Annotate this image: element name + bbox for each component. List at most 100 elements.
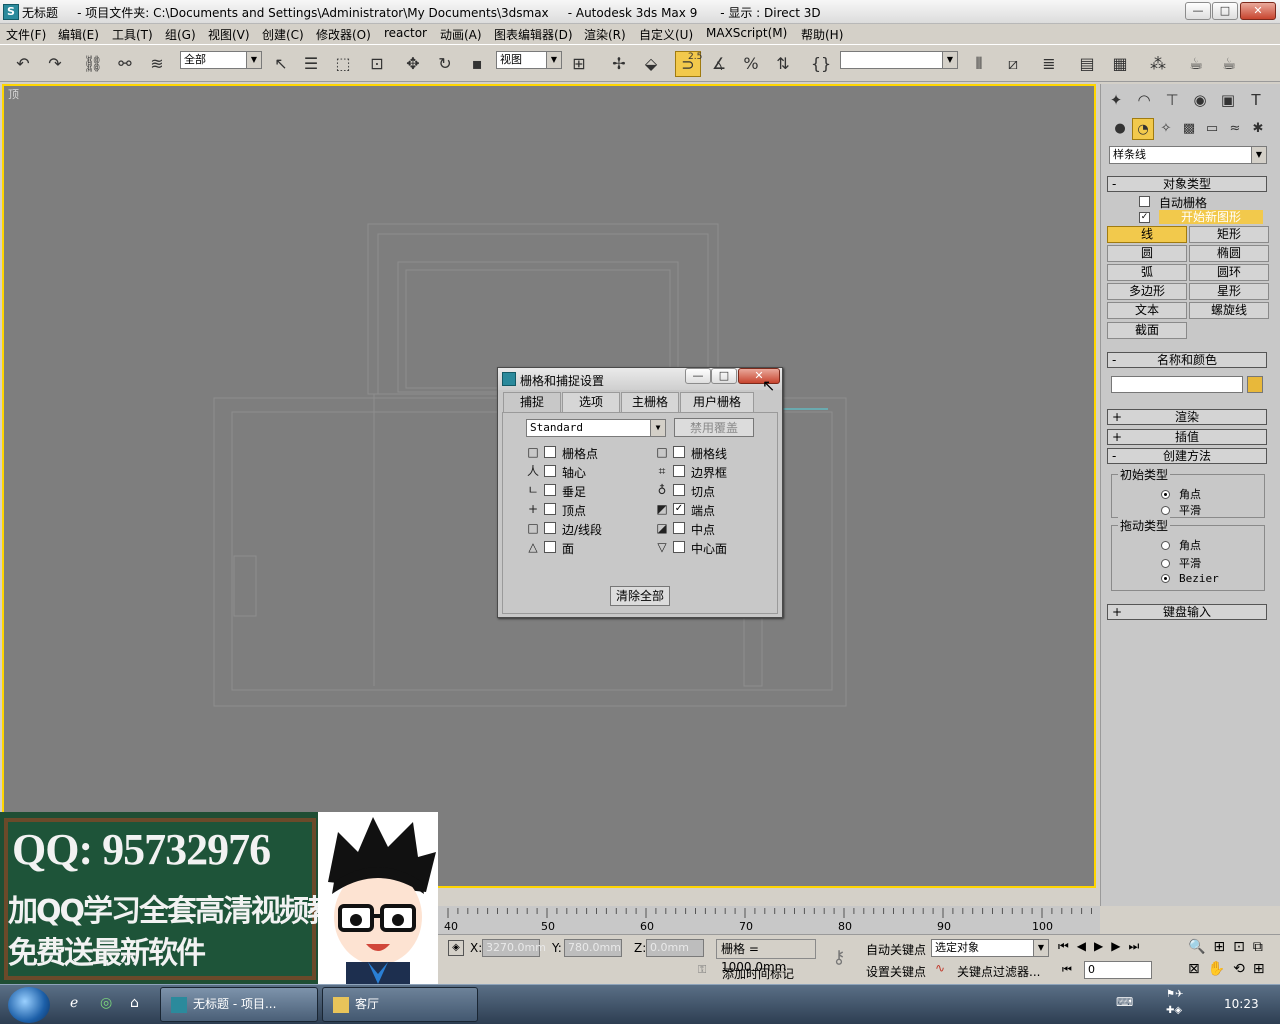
drag-smooth-radio[interactable]: 平滑	[1161, 555, 1201, 571]
layer-manager-icon[interactable]: ≣	[1036, 51, 1062, 77]
rendering-rollout[interactable]: + 渲染	[1107, 409, 1267, 425]
render-scene-icon[interactable]: ☕	[1183, 51, 1209, 77]
space-warps-icon[interactable]: ≈	[1224, 118, 1246, 140]
set-key-button[interactable]: 设置关键点	[866, 963, 926, 980]
snap-toggle-icon[interactable]: 2.5 ⊃	[675, 51, 702, 77]
scale-icon[interactable]: ▪	[464, 51, 490, 77]
x-coordinate-field[interactable]: 3270.0mm	[482, 939, 546, 957]
vertex-checkbox[interactable]	[544, 503, 556, 515]
bind-space-warp-icon[interactable]: ≋	[144, 51, 170, 77]
tangent-checkbox[interactable]	[673, 484, 685, 496]
undo-icon[interactable]: ↶	[10, 51, 36, 77]
quick-render-icon[interactable]: ☕	[1216, 51, 1242, 77]
start-button[interactable]	[8, 987, 50, 1023]
menu-reactor[interactable]: reactor	[384, 26, 427, 40]
menu-group[interactable]: 组(G)	[165, 26, 196, 43]
key-mode-dropdown[interactable]: 选定对象 ▼	[931, 939, 1049, 957]
rect-selection-icon[interactable]: ⬚	[330, 51, 356, 77]
auto-key-button[interactable]: 自动关键点	[866, 941, 926, 958]
helix-button[interactable]: 螺旋线	[1189, 302, 1269, 319]
key-icon[interactable]: ⚷	[824, 947, 854, 973]
ellipse-button[interactable]: 椭圆	[1189, 245, 1269, 262]
line-button[interactable]: 线	[1107, 226, 1187, 243]
maximize-button[interactable]: □	[1212, 2, 1238, 20]
tab-user-grids[interactable]: 用户栅格	[680, 392, 754, 412]
section-button[interactable]: 截面	[1107, 322, 1187, 339]
circle-button[interactable]: 圆	[1107, 245, 1187, 262]
menu-graph-editors[interactable]: 图表编辑器(D)	[494, 26, 573, 43]
snap-type-dropdown[interactable]: Standard ▼	[526, 419, 666, 437]
start-new-shape-checkbox[interactable]: ✓	[1139, 212, 1150, 223]
ie-icon[interactable]: ℯ	[70, 995, 78, 1011]
select-by-name-icon[interactable]: ☰	[298, 51, 324, 77]
tray-icons[interactable]: ⚑✈	[1166, 989, 1183, 1000]
utilities-tab-icon[interactable]: T	[1243, 88, 1269, 112]
object-name-input[interactable]	[1111, 376, 1243, 393]
select-object-icon[interactable]: ↖	[268, 51, 294, 77]
grid-points-checkbox[interactable]	[544, 446, 556, 458]
start-new-shape-button[interactable]: 开始新图形	[1159, 210, 1263, 224]
dialog-maximize-button[interactable]: □	[711, 368, 737, 384]
initial-smooth-radio[interactable]: 平滑	[1161, 502, 1201, 518]
star-button[interactable]: 星形	[1189, 283, 1269, 300]
menu-customize[interactable]: 自定义(U)	[639, 26, 693, 43]
browser-icon[interactable]: ◎	[100, 995, 112, 1011]
pivot-checkbox[interactable]	[544, 465, 556, 477]
tab-snaps[interactable]: 捕捉	[503, 392, 561, 412]
named-selection-dropdown[interactable]: ▼	[840, 51, 958, 69]
menu-views[interactable]: 视图(V)	[208, 26, 250, 43]
text-button[interactable]: 文本	[1107, 302, 1187, 319]
creation-method-rollout[interactable]: - 创建方法	[1107, 448, 1267, 464]
shapes-icon[interactable]: ◔	[1132, 118, 1154, 140]
close-button[interactable]: ✕	[1240, 2, 1276, 20]
rotate-icon[interactable]: ↻	[432, 51, 458, 77]
category-dropdown[interactable]: 样条线 ▼	[1109, 146, 1267, 164]
name-color-rollout[interactable]: - 名称和颜色	[1107, 352, 1267, 368]
menu-file[interactable]: 文件(F)	[6, 26, 46, 43]
menu-create[interactable]: 创建(C)	[262, 26, 304, 43]
create-tab-icon[interactable]: ✦	[1103, 88, 1129, 112]
viewport-nav-controls-2[interactable]: ⊠✋⟲⊞	[1188, 961, 1273, 977]
override-off-button[interactable]: 禁用覆盖	[674, 418, 754, 437]
keyboard-entry-rollout[interactable]: + 键盘输入	[1107, 604, 1267, 620]
object-type-rollout[interactable]: - 对象类型	[1107, 176, 1267, 192]
lights-icon[interactable]: ✧	[1155, 118, 1177, 140]
menu-rendering[interactable]: 渲染(R)	[584, 26, 626, 43]
spinner-snap-icon[interactable]: ⇅	[770, 51, 796, 77]
pivot-center-icon[interactable]: ⊞	[566, 51, 592, 77]
keyboard-shortcut-icon[interactable]: ⬙	[638, 51, 664, 77]
tray-icons-2[interactable]: ✚◈	[1166, 1005, 1182, 1016]
minimize-button[interactable]: —	[1185, 2, 1211, 20]
initial-corner-radio[interactable]: 角点	[1161, 486, 1201, 502]
auto-grid-checkbox[interactable]	[1139, 196, 1150, 207]
key-filters-button[interactable]: 关键点过滤器...	[957, 963, 1040, 980]
link-icon[interactable]: ⛓	[80, 51, 106, 77]
menu-animation[interactable]: 动画(A)	[440, 26, 482, 43]
tab-options[interactable]: 选项	[562, 392, 620, 412]
menu-modifiers[interactable]: 修改器(O)	[316, 26, 371, 43]
perpendicular-checkbox[interactable]	[544, 484, 556, 496]
display-tab-icon[interactable]: ▣	[1215, 88, 1241, 112]
ngon-button[interactable]: 多边形	[1107, 283, 1187, 300]
menu-maxscript[interactable]: MAXScript(M)	[706, 26, 787, 40]
redo-icon[interactable]: ↷	[42, 51, 68, 77]
manipulate-icon[interactable]: ✢	[606, 51, 632, 77]
add-time-tag-label[interactable]: 添加时间标记	[722, 965, 794, 982]
interpolation-rollout[interactable]: + 插值	[1107, 429, 1267, 445]
systems-icon[interactable]: ✱	[1247, 118, 1269, 140]
tab-home-grid[interactable]: 主栅格	[621, 392, 679, 412]
percent-snap-icon[interactable]: %	[738, 51, 764, 77]
z-coordinate-field[interactable]: 0.0mm	[646, 939, 704, 957]
selection-filter-dropdown[interactable]: 全部 ▼	[180, 51, 262, 69]
angle-snap-icon[interactable]: ∡	[706, 51, 732, 77]
helpers-icon[interactable]: ▭	[1201, 118, 1223, 140]
unlink-icon[interactable]: ⚯	[112, 51, 138, 77]
viewport-nav-controls[interactable]: 🔍⊞⊡⧉	[1188, 939, 1271, 955]
drag-corner-radio[interactable]: 角点	[1161, 537, 1201, 553]
window-crossing-icon[interactable]: ⊡	[364, 51, 390, 77]
material-editor-icon[interactable]: ⁂	[1145, 51, 1171, 77]
move-icon[interactable]: ✥	[400, 51, 426, 77]
key-mode-icon[interactable]: ⏮	[1062, 963, 1072, 977]
motion-tab-icon[interactable]: ◉	[1187, 88, 1213, 112]
task-3dsmax[interactable]: 无标题 - 项目...	[160, 987, 318, 1022]
